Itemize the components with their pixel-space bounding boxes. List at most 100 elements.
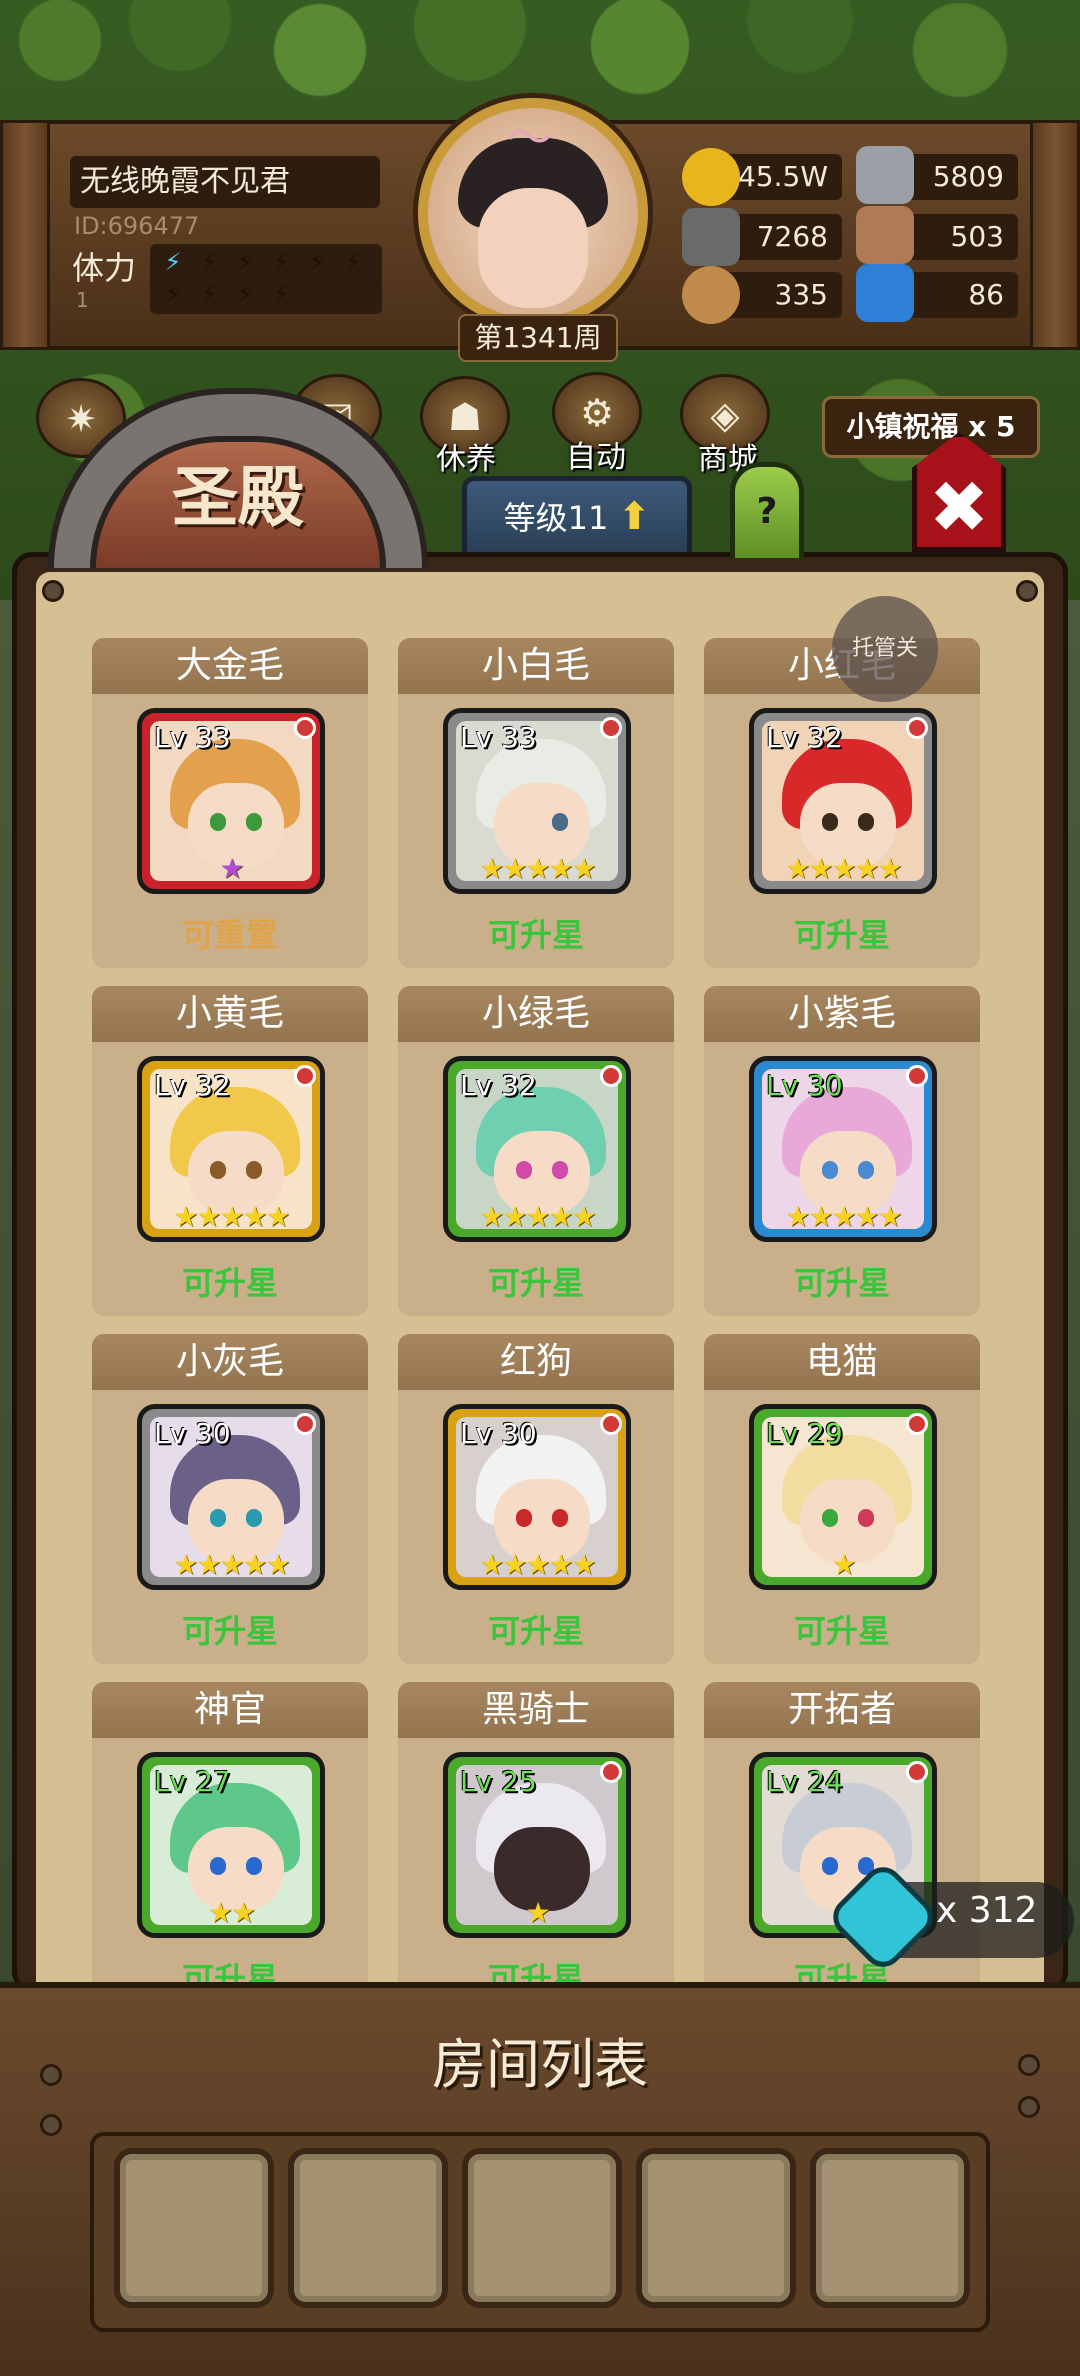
hero-eye [822,1161,838,1179]
avatar-face [478,188,588,308]
close-icon: ✖ [928,465,990,549]
hero-portrait[interactable]: Lv 27 ★★ [137,1752,325,1938]
hero-stars: ★ [219,852,244,885]
stamina-count: 1 [76,288,89,312]
gold-coin-icon [682,148,740,206]
hero-stars: ★ [831,1548,856,1581]
hero-status[interactable]: 可升星 [398,1258,674,1304]
hero-name: 电猫 [704,1334,980,1390]
town-blessing-button[interactable]: 小镇祝福 x 5 [822,396,1040,458]
notification-dot [600,1065,622,1087]
hero-status[interactable]: 可升星 [92,1606,368,1652]
stamina-bolt-icon: ⚡ [272,248,290,276]
hero-card[interactable]: 开拓者 Lv 24 ★ 可升星 [704,1682,980,2012]
rivet [40,2114,62,2136]
hero-name: 开拓者 [704,1682,980,1738]
hero-stars: ★★★★★ [785,1200,903,1233]
hero-portrait[interactable]: Lv 30 ★★★★★ [443,1404,631,1590]
notification-dot [294,1065,316,1087]
header-post-right [1030,120,1080,350]
trustee-toggle-button[interactable]: 托管关 [832,596,938,702]
notification-dot [906,1065,928,1087]
nav-rest-label[interactable]: 休养 [436,434,496,478]
hero-status[interactable]: 可升星 [704,1606,980,1652]
player-id: ID:696477 [74,212,200,240]
hero-name: 大金毛 [92,638,368,694]
hero-level: Lv 32 [766,721,843,754]
hero-portrait[interactable]: Lv 25 ★ [443,1752,631,1938]
hero-card[interactable]: 大金毛 Lv 33 ★ 可重置 [92,638,368,968]
notification-dot [294,717,316,739]
hero-card[interactable]: 小红毛 Lv 32 ★★★★★ 可升星 [704,638,980,968]
hero-status[interactable]: 可升星 [704,910,980,956]
hero-status[interactable]: 可升星 [704,1258,980,1304]
hero-name: 小绿毛 [398,986,674,1042]
hero-portrait[interactable]: Lv 32 ★★★★★ [137,1056,325,1242]
hero-portrait[interactable]: Lv 32 ★★★★★ [749,708,937,894]
hero-eye [858,813,874,831]
hero-stars: ★★★★★ [173,1548,291,1581]
hero-eye [210,1509,226,1527]
stamina-bolt-icon: ⚡ [344,248,362,276]
hero-level: Lv 29 [766,1417,843,1450]
hero-eye [822,813,838,831]
rivet [1016,580,1038,602]
hero-eye [210,1161,226,1179]
hero-stars: ★★★★★ [479,1548,597,1581]
room-slot[interactable] [114,2148,274,2308]
room-slot[interactable] [636,2148,796,2308]
hero-portrait[interactable]: Lv 33 ★ [137,708,325,894]
hero-level: Lv 24 [766,1765,843,1798]
notification-dot [906,1761,928,1783]
hero-eye [210,813,226,831]
stamina-bolt-icon: ⚡ [164,248,182,276]
nav-auto-label[interactable]: 自动 [566,432,626,476]
hero-card[interactable]: 神官 Lv 27 ★★ 可升星 [92,1682,368,2012]
hero-card[interactable]: 小绿毛 Lv 32 ★★★★★ 可升星 [398,986,674,1316]
arrow-up-icon: ⬆ [618,494,651,538]
hero-card[interactable]: 黑骑士 Lv 25 ★ 可升星 [398,1682,674,2012]
hero-card[interactable]: 红狗 Lv 30 ★★★★★ 可升星 [398,1334,674,1664]
room-slot[interactable] [810,2148,970,2308]
hero-eye [858,1509,874,1527]
hero-portrait[interactable]: Lv 30 ★★★★★ [749,1056,937,1242]
hero-portrait[interactable]: Lv 32 ★★★★★ [443,1056,631,1242]
hero-status[interactable]: 可升星 [92,1258,368,1304]
hero-status[interactable]: 可升星 [398,1606,674,1652]
hero-card[interactable]: 小灰毛 Lv 30 ★★★★★ 可升星 [92,1334,368,1664]
room-list-title: 房间列表 [432,2033,648,2096]
hero-status[interactable]: 可升星 [398,910,674,956]
hero-card[interactable]: 小白毛 Lv 33 ★★★★★ 可升星 [398,638,674,968]
hero-card[interactable]: 小黄毛 Lv 32 ★★★★★ 可升星 [92,986,368,1316]
stamina-label: 体力 [72,249,137,287]
stamina-bolt-icon: ⚡ [200,280,218,308]
notification-dot [600,717,622,739]
hero-stars: ★ [525,1896,550,1929]
stamina-bolt-icon: ⚡ [272,280,290,308]
hero-status[interactable]: 可重置 [92,910,368,956]
hero-card[interactable]: 小紫毛 Lv 30 ★★★★★ 可升星 [704,986,980,1316]
room-slot[interactable] [462,2148,622,2308]
hero-name: 小黄毛 [92,986,368,1042]
hero-card[interactable]: 电猫 Lv 29 ★ 可升星 [704,1334,980,1664]
hero-level: Lv 32 [154,1069,231,1102]
rivet [1018,2096,1040,2118]
level-upgrade-tab[interactable]: 等级11 ⬆ [462,476,692,552]
hero-stars: ★★ [207,1896,256,1929]
player-name: 无线晚霞不见君 [70,156,380,208]
iron-ingot-icon [856,146,914,204]
wood-log-icon [682,266,740,324]
hero-name: 小灰毛 [92,1334,368,1390]
hero-portrait[interactable]: Lv 30 ★★★★★ [137,1404,325,1590]
hero-portrait[interactable]: Lv 33 ★★★★★ [443,708,631,894]
leather-icon [856,206,914,264]
hero-eye [246,1509,262,1527]
room-slot[interactable] [288,2148,448,2308]
help-button[interactable]: ? [730,462,804,558]
notification-dot [294,1413,316,1435]
hero-portrait[interactable]: Lv 29 ★ [749,1404,937,1590]
hero-level: Lv 32 [460,1069,537,1102]
notification-dot [906,1413,928,1435]
hero-eye [516,1161,532,1179]
hero-name: 神官 [92,1682,368,1738]
